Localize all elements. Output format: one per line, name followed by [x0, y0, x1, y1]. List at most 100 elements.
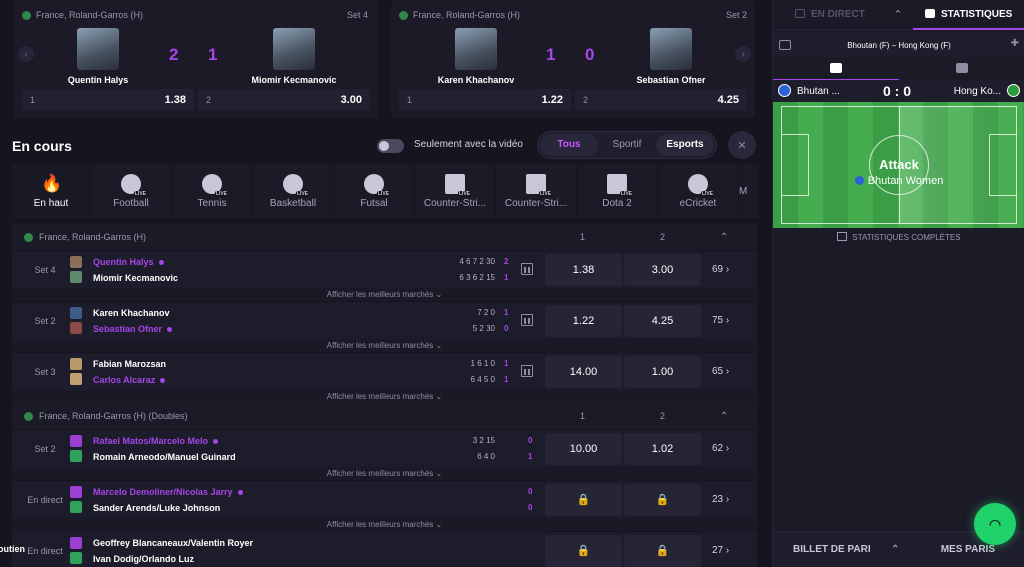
- filter-sportif[interactable]: Sportif: [598, 134, 656, 156]
- sport-tab-ecricket[interactable]: LIVE eCricket: [658, 164, 738, 218]
- odd-2-button[interactable]: 4.25: [624, 305, 701, 337]
- player-2: Ivan Dodig/Orlando Luz: [93, 554, 194, 564]
- odd-1-button[interactable]: 14.00: [545, 356, 622, 388]
- odd-button-1[interactable]: 1 1.22: [399, 89, 571, 111]
- match-selector[interactable]: Bhoutan (F) – Hong Kong (F) ✚: [773, 33, 1024, 57]
- more-markets-link[interactable]: Afficher les meilleurs marchés ⌄: [12, 467, 757, 480]
- dota-icon: LIVE: [607, 173, 633, 197]
- pin-icon[interactable]: ✚: [1011, 38, 1019, 49]
- my-bets-tab[interactable]: MES PARIS: [941, 544, 995, 555]
- collapse-chevron-icon[interactable]: ⌃: [720, 411, 728, 422]
- odd-button-2[interactable]: 2 3.00: [198, 89, 370, 111]
- odd-1-button[interactable]: 1.22: [545, 305, 622, 337]
- tab-stream-icon[interactable]: [956, 63, 968, 73]
- avatar: [70, 358, 82, 385]
- counter-strike-icon: LIVE: [445, 173, 471, 197]
- sport-tab-more[interactable]: M: [739, 164, 759, 218]
- player-name: Miomir Kecmanovic: [251, 75, 337, 85]
- video-only-toggle[interactable]: [377, 139, 404, 153]
- stats-icon[interactable]: [521, 263, 533, 275]
- match-row[interactable]: Set 3 Fabian Marozsan Carlos Alcaraz 1 6 …: [12, 352, 757, 390]
- tv-icon[interactable]: [779, 40, 791, 50]
- player-2: Sander Arends/Luke Johnson: [93, 503, 221, 513]
- sport-tab-basketball[interactable]: LIVE Basketball: [253, 164, 333, 218]
- odd-2-button[interactable]: 1.02: [624, 433, 701, 465]
- right-tabs: EN DIRECT ⌃ STATISTIQUES: [773, 0, 1024, 30]
- stats-icon[interactable]: [521, 314, 533, 326]
- full-stats-link[interactable]: STATISTIQUES COMPLÈTES: [773, 232, 1024, 242]
- collapse-chevron-icon[interactable]: ⌃: [720, 232, 728, 243]
- sport-tab-top[interactable]: 🔥 En haut: [12, 164, 90, 218]
- odd-locked-lock-icon: 🔒: [545, 484, 622, 516]
- more-markets-link[interactable]: Afficher les meilleurs marchés ⌄: [12, 390, 757, 403]
- match-row[interactable]: Set 2 Rafael Matos/Marcelo Melo Romain Ar…: [12, 429, 757, 467]
- stats-icon[interactable]: [521, 365, 533, 377]
- cricket-icon: LIVE: [688, 173, 714, 197]
- player-2: Sebastian Ofner: [93, 323, 173, 335]
- prev-arrow-icon[interactable]: ‹: [18, 46, 34, 62]
- collapse-icon[interactable]: ✕: [728, 131, 756, 159]
- odd-1-button[interactable]: 10.00: [545, 433, 622, 465]
- globe-icon: [24, 411, 33, 421]
- game-scores: 11: [504, 359, 509, 384]
- next-arrow-icon[interactable]: ›: [735, 46, 751, 62]
- more-markets-link[interactable]: Afficher les meilleurs marchés ⌄: [12, 288, 757, 301]
- odd-button-1[interactable]: 1 1.38: [22, 89, 194, 111]
- player-2: Romain Arneodo/Manuel Guinard: [93, 452, 236, 462]
- more-markets-count[interactable]: 65 ›: [712, 353, 729, 391]
- match-row[interactable]: En direct Geoffrey Blancaneaux/Valentin …: [12, 531, 757, 567]
- sport-tabs: 🔥 En haut LIVE Football LIVE Tennis LIVE Bas…: [12, 164, 770, 218]
- sport-tab-football[interactable]: LIVE Football: [91, 164, 171, 218]
- more-markets-count[interactable]: 23 ›: [712, 481, 729, 519]
- match-tracker-pitch: Attack Bhutan Women: [773, 102, 1024, 228]
- tab-statistics[interactable]: STATISTIQUES: [913, 0, 1024, 30]
- more-markets-count[interactable]: 75 ›: [712, 302, 729, 340]
- sport-tab-dota[interactable]: LIVE Dota 2: [577, 164, 657, 218]
- odd-1-button[interactable]: 1.38: [545, 254, 622, 286]
- chevron-up-icon[interactable]: ⌃: [891, 544, 899, 555]
- odd-locked-lock-icon: 🔒: [545, 535, 622, 567]
- fire-icon: 🔥: [41, 173, 63, 193]
- chevron-up-icon[interactable]: ⌃: [883, 8, 913, 21]
- match-group: France, Roland-Garros (H) (Doubles) 1 2 ⌃ S…: [12, 403, 757, 567]
- more-markets-link[interactable]: Afficher les meilleurs marchés ⌄: [12, 518, 757, 531]
- team-2-name: Hong Ko...: [953, 85, 1001, 97]
- group-header: France, Roland-Garros (H) (Doubles) 1 2 ⌃: [12, 403, 757, 429]
- match-score: 0 : 0: [883, 83, 912, 99]
- avatar: [70, 256, 82, 283]
- match-row[interactable]: En direct Marcelo Demoliner/Nicolas Jarr…: [12, 480, 757, 518]
- player-photo: [455, 28, 497, 70]
- sport-tab-futsal[interactable]: LIVE Futsal: [334, 164, 414, 218]
- filter-tous[interactable]: Tous: [540, 134, 598, 156]
- betslip-tab[interactable]: BILLET DE PARI: [793, 544, 871, 555]
- more-markets-count[interactable]: 69 ›: [712, 251, 729, 289]
- football-icon: LIVE: [121, 173, 147, 197]
- filter-esports[interactable]: Esports: [656, 134, 714, 156]
- serve-dot-icon: [160, 378, 166, 384]
- tab-tracker-icon[interactable]: [830, 63, 842, 73]
- player-name: Karen Khachanov: [437, 75, 515, 85]
- video-only-label: Seulement avec la vidéo: [414, 139, 523, 150]
- tab-live[interactable]: EN DIRECT: [773, 9, 883, 20]
- featured-match-card-1[interactable]: France, Roland-Garros (H) Set 4 ‹ Quenti…: [14, 0, 378, 118]
- support-chat-icon[interactable]: ◠: [974, 503, 1016, 545]
- more-markets-link[interactable]: Afficher les meilleurs marchés ⌄: [12, 339, 757, 352]
- odd-button-2[interactable]: 2 4.25: [575, 89, 747, 111]
- sport-tab-tennis[interactable]: LIVE Tennis: [172, 164, 252, 218]
- game-scores: 10: [504, 308, 509, 333]
- odd-2-button[interactable]: 3.00: [624, 254, 701, 286]
- sport-tab-counter-strike[interactable]: LIVE Counter-Stri...: [415, 164, 495, 218]
- sport-tab-counter-strike-2[interactable]: LIVE Counter-Stri...: [496, 164, 576, 218]
- more-markets-count[interactable]: 62 ›: [712, 430, 729, 468]
- set-scores: 1 6 1 06 4 5 0: [470, 359, 495, 384]
- match-row[interactable]: Set 4 Quentin Halys Miomir Kecmanovic 4 6…: [12, 250, 757, 288]
- more-markets-count[interactable]: 27 ›: [712, 532, 729, 567]
- set-scores: 3 2 15 6 4 0: [472, 436, 495, 461]
- score-2: 1: [208, 45, 218, 64]
- match-row[interactable]: Set 2 Karen Khachanov Sebastian Ofner 7 2…: [12, 301, 757, 339]
- player-1: Geoffrey Blancaneaux/Valentin Royer: [93, 538, 254, 548]
- serve-dot-icon: [158, 260, 164, 266]
- serve-dot-icon: [167, 327, 173, 333]
- featured-match-card-2[interactable]: France, Roland-Garros (H) Set 2 Karen Kh…: [391, 0, 755, 118]
- odd-2-button[interactable]: 1.00: [624, 356, 701, 388]
